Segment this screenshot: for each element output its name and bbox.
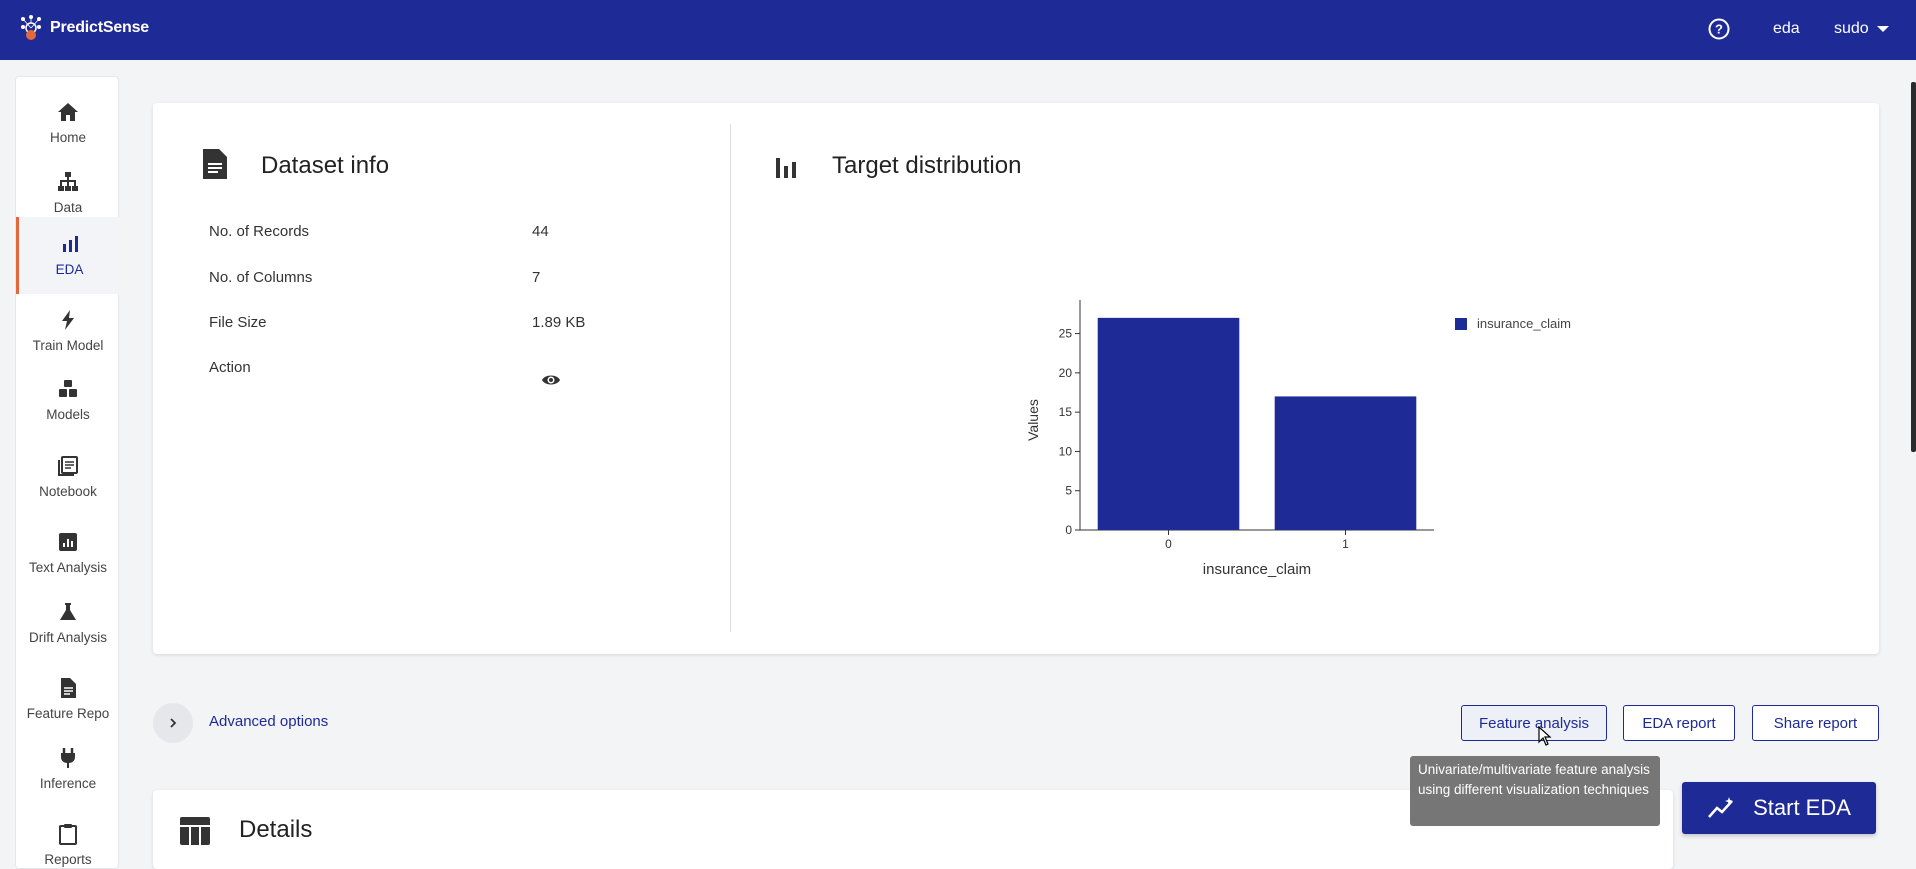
sidebar-item-label: Train Model	[32, 338, 104, 353]
bar	[1274, 396, 1417, 530]
y-tick-label: 25	[1059, 327, 1073, 341]
cubes-icon	[59, 380, 77, 397]
records-value: 44	[532, 223, 549, 240]
x-axis-label: insurance_claim	[1203, 561, 1311, 578]
document-icon	[61, 678, 76, 698]
sidebar-item-drift-analysis[interactable]: Drift Analysis	[16, 592, 120, 654]
sidebar-item-feature-repo[interactable]: Feature Repo	[16, 668, 120, 730]
card-divider	[730, 124, 731, 632]
dataset-info-title: Dataset info	[261, 152, 390, 179]
help-icon[interactable]: ?	[1708, 18, 1730, 40]
sidebar-item-data[interactable]: Data	[16, 160, 120, 222]
sidebar-item-label: Models	[46, 407, 90, 422]
start-eda-button[interactable]: Start EDA	[1682, 782, 1876, 834]
details-title: Details	[239, 816, 313, 843]
sidebar-item-models[interactable]: Models	[16, 369, 120, 431]
mouse-cursor-icon	[1538, 726, 1552, 746]
sidebar-item-reports[interactable]: Reports	[16, 814, 120, 869]
share-report-button[interactable]: Share report	[1752, 705, 1879, 741]
legend-label: insurance_claim	[1477, 316, 1571, 331]
plug-icon	[61, 748, 75, 768]
sparkle-trend-icon	[1708, 797, 1734, 818]
bolt-icon	[62, 310, 74, 330]
start-eda-label: Start EDA	[1753, 795, 1851, 820]
columns-label: No. of Columns	[209, 269, 313, 286]
file-document-icon	[203, 149, 227, 179]
file-size-value: 1.89 KB	[532, 314, 586, 331]
clipboard-icon	[59, 824, 77, 845]
columns-value: 7	[532, 269, 541, 286]
y-axis-label: Values	[1025, 399, 1041, 441]
y-tick-label: 10	[1059, 444, 1073, 458]
action-label: Action	[209, 359, 251, 376]
y-tick-label: 5	[1065, 484, 1072, 498]
sidebar-item-label: Reports	[44, 852, 92, 867]
svg-text:?: ?	[1715, 22, 1723, 37]
sitemap-icon	[58, 172, 78, 191]
x-tick-label: 0	[1165, 537, 1172, 551]
sidebar-item-label: Home	[49, 130, 86, 145]
page-scrollbar[interactable]	[1911, 82, 1916, 452]
chevron-down-icon	[1876, 26, 1889, 32]
y-tick-label: 15	[1059, 405, 1073, 419]
bar-chart-icon	[776, 158, 796, 178]
sidebar-item-train-model[interactable]: Train Model	[16, 300, 120, 362]
advanced-options-toggle[interactable]	[153, 703, 193, 743]
table-icon	[180, 817, 210, 845]
sidebar-item-label: Notebook	[39, 484, 97, 499]
y-tick-label: 20	[1059, 366, 1073, 380]
sidebar-item-label: Inference	[39, 776, 97, 791]
notebook-icon	[58, 456, 78, 476]
advanced-options-label[interactable]: Advanced options	[209, 713, 328, 730]
target-distribution-chart: 0 5 10 15 20 25 0 1 insurance_claim Values	[1025, 300, 1434, 578]
file-size-label: File Size	[209, 314, 267, 331]
chevron-right-icon	[170, 718, 177, 728]
feature-analysis-tooltip: Univariate/multivariate feature analysis…	[1410, 756, 1660, 826]
home-icon	[58, 103, 78, 121]
bar-chart-icon	[62, 236, 78, 252]
sidebar-item-label: EDA	[55, 262, 84, 277]
bar	[1097, 317, 1240, 530]
sidebar-item-label: Data	[53, 200, 83, 215]
brand-name: PredictSense	[50, 19, 149, 36]
sidebar: Home Data EDA Train Model Models Noteboo…	[15, 76, 120, 869]
target-distribution-title: Target distribution	[832, 152, 1022, 179]
brand[interactable]: PredictSense	[18, 14, 149, 42]
sidebar-item-notebook[interactable]: Notebook	[16, 446, 120, 508]
sidebar-item-inference[interactable]: Inference	[16, 738, 120, 800]
role-label: sudo	[1834, 20, 1869, 37]
sidebar-item-eda[interactable]: EDA	[16, 217, 120, 294]
x-tick-label: 1	[1342, 537, 1349, 551]
sidebar-item-label: Text Analysis	[28, 560, 108, 575]
sidebar-item-label: Feature Repo	[26, 706, 110, 721]
sidebar-item-home[interactable]: Home	[16, 90, 120, 152]
eye-icon[interactable]	[541, 371, 561, 389]
role-menu[interactable]: sudo	[1834, 20, 1889, 38]
legend-swatch	[1455, 317, 1467, 330]
feature-analysis-button[interactable]: Feature analysis	[1461, 705, 1607, 741]
top-bar: PredictSense ? eda sudo	[0, 0, 1916, 60]
y-tick-label: 0	[1065, 523, 1072, 537]
flask-icon	[60, 603, 76, 620]
sidebar-item-label: Drift Analysis	[28, 630, 108, 645]
brand-logo-icon	[21, 15, 41, 40]
sidebar-item-text-analysis[interactable]: Text Analysis	[16, 522, 120, 584]
eda-report-button[interactable]: EDA report	[1623, 705, 1735, 741]
text-analysis-icon	[59, 533, 77, 551]
user-name[interactable]: eda	[1773, 20, 1800, 38]
chart-legend: insurance_claim	[1455, 316, 1571, 331]
records-label: No. of Records	[209, 223, 310, 240]
